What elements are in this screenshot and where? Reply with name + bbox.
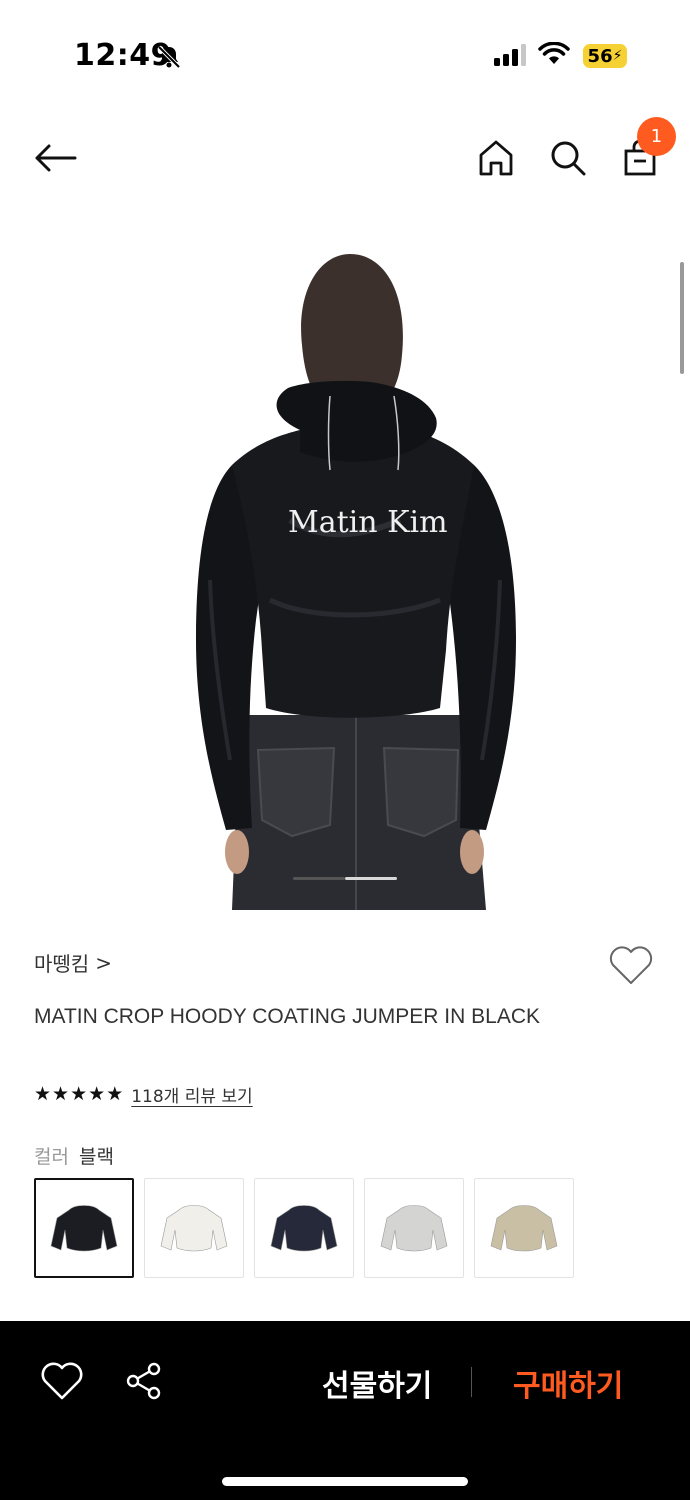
jacket-thumbnail [380,1205,448,1252]
product-title: MATIN CROP HOODY COATING JUMPER IN BLACK [34,1005,541,1028]
home-indicator [222,1477,468,1486]
star-icon: ★ [106,1083,124,1105]
page-indicator-segment [293,877,345,880]
battery-level: 56 [587,45,613,67]
signal-icon [494,44,526,70]
color-swatches [34,1178,574,1278]
wifi-icon [538,41,570,70]
jacket-thumbnail [160,1205,228,1252]
star-icon: ★ [34,1083,52,1105]
top-nav [0,110,690,210]
battery-charging-icon: 56 ⚡ [583,44,627,68]
jacket-print-text: Matin Kim [288,505,448,540]
bottom-action-bar: 선물하기 구매하기 [0,1321,690,1500]
color-swatch-ivory[interactable] [144,1178,244,1278]
review-link[interactable]: 118개 리뷰 보기 [131,1082,252,1107]
back-arrow-icon[interactable] [30,138,80,178]
color-swatch-beige[interactable] [474,1178,574,1278]
divider [471,1367,472,1397]
star-rating: ★ ★ ★ ★ ★ [34,1085,123,1104]
share-icon[interactable] [124,1361,168,1405]
page-scroll-indicator [680,262,684,374]
bell-slash-icon [156,44,182,74]
page-indicator-segment [345,877,397,880]
color-selector-label: 컬러 블랙 [34,1142,114,1169]
color-swatch-light-gray[interactable] [364,1178,464,1278]
search-icon[interactable] [548,136,588,180]
chevron-right-icon: > [95,950,112,975]
product-image[interactable]: Matin Kim [0,220,690,910]
color-swatch-black[interactable] [34,1178,134,1278]
gift-button[interactable]: 선물하기 [322,1361,432,1405]
color-swatch-navy[interactable] [254,1178,354,1278]
rating-row: ★ ★ ★ ★ ★ 118개 리뷰 보기 [34,1082,253,1108]
status-bar: 12:49 56 ⚡ [0,0,690,110]
cart-count-badge: 1 [637,117,676,156]
jacket-thumbnail [490,1205,558,1252]
buy-button[interactable]: 구매하기 [513,1361,623,1405]
color-value: 블랙 [79,1146,114,1168]
brand-link[interactable]: 마뗑킴 > [34,948,112,977]
color-label: 컬러 [34,1146,69,1168]
heart-outline-icon[interactable] [40,1361,84,1405]
star-icon: ★ [88,1083,106,1105]
star-icon: ★ [52,1083,70,1105]
image-page-indicator [293,877,397,881]
star-icon: ★ [70,1083,88,1105]
jacket-thumbnail [50,1205,118,1252]
jacket-thumbnail [270,1205,338,1252]
home-icon[interactable] [476,136,516,180]
wishlist-heart-icon[interactable] [608,944,656,988]
brand-name: 마뗑킴 [34,952,90,976]
